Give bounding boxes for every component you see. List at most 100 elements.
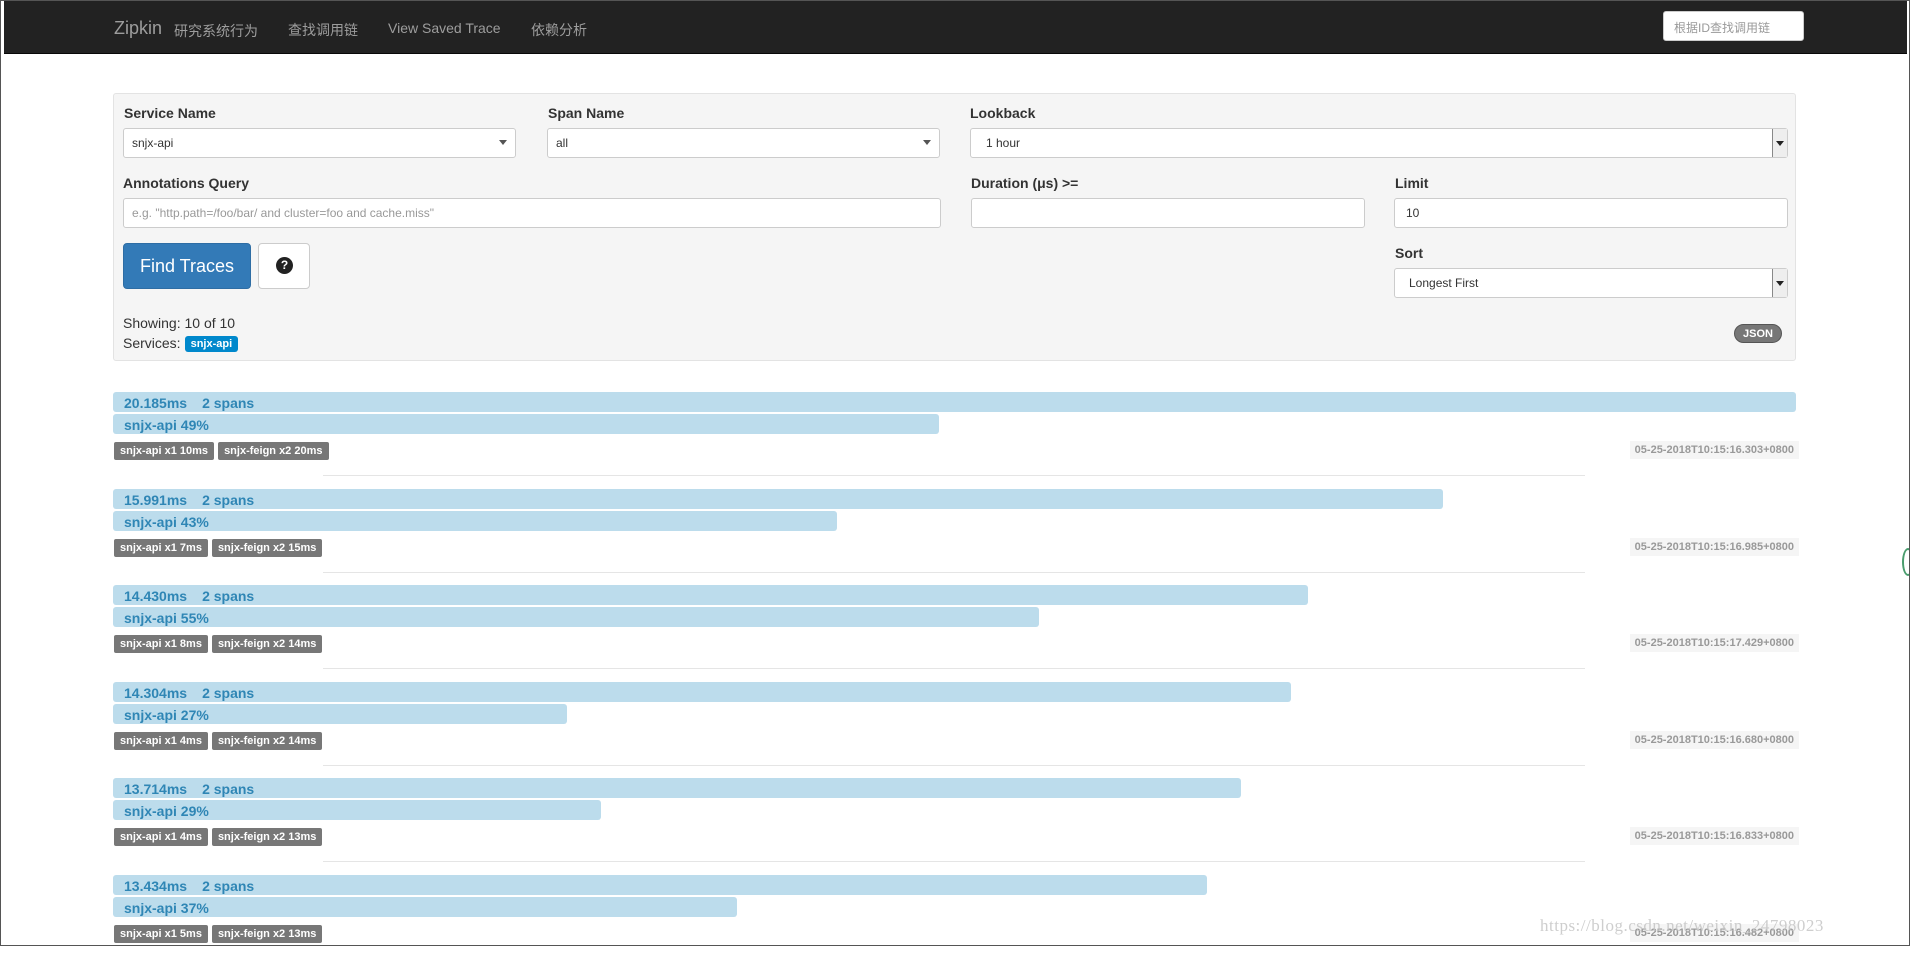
trace-span-count: 2 spans bbox=[202, 491, 255, 508]
trace-service-percentage: snjx-api 29% bbox=[124, 803, 209, 819]
trace-id-search-input[interactable]: 根据ID查找调用链 bbox=[1663, 11, 1804, 41]
trace-service-bar[interactable]: snjx-api 43% bbox=[113, 510, 837, 531]
nav-view-saved-trace[interactable]: View Saved Trace bbox=[388, 20, 501, 36]
trace-timestamp: 05-25-2018T10:15:16.303+0800 bbox=[1629, 441, 1799, 459]
nav-dependencies[interactable]: 依赖分析 bbox=[531, 20, 587, 40]
limit-value: 10 bbox=[1406, 206, 1420, 220]
watermark: https://blog.csdn.net/weixin_24798023 bbox=[1540, 916, 1824, 935]
trace-row[interactable]: 20.185ms 2 spans snjx-api 49% snjx-api x1 1… bbox=[113, 392, 1799, 488]
services-label: Services: bbox=[123, 335, 181, 351]
lookback-label: Lookback bbox=[970, 105, 1036, 121]
trace-service-bar[interactable]: snjx-api 37% bbox=[113, 896, 737, 917]
trace-duration: 13.714ms bbox=[124, 781, 188, 797]
service-name-value: snjx-api bbox=[132, 136, 174, 150]
annotations-query-placeholder: e.g. "http.path=/foo/bar/ and cluster=fo… bbox=[132, 206, 435, 220]
trace-service-bar[interactable]: snjx-api 27% bbox=[113, 703, 567, 724]
row-divider bbox=[323, 475, 1585, 476]
trace-duration: 14.304ms bbox=[124, 684, 188, 701]
trace-service-bar[interactable]: snjx-api 29% bbox=[113, 800, 601, 820]
duration-label: Duration (μs) >= bbox=[971, 175, 1079, 191]
span-name-value: all bbox=[556, 136, 569, 150]
trace-span-count: 2 spans bbox=[202, 588, 255, 604]
chevron-down-icon bbox=[923, 140, 931, 145]
limit-label: Limit bbox=[1395, 175, 1429, 191]
trace-duration-bar[interactable]: 13.434ms 2 spans bbox=[113, 874, 1207, 895]
trace-duration-bar[interactable]: 13.714ms 2 spans bbox=[113, 778, 1241, 798]
service-duration-tag[interactable]: snjx-api x1 8ms bbox=[114, 635, 208, 653]
trace-duration: 15.991ms bbox=[124, 491, 188, 508]
chevron-down-icon bbox=[499, 140, 507, 145]
service-duration-tag[interactable]: snjx-feign x2 20ms bbox=[218, 442, 329, 460]
trace-duration: 14.430ms bbox=[124, 588, 188, 604]
trace-duration-bar[interactable]: 20.185ms 2 spans bbox=[113, 392, 1796, 412]
trace-tags: snjx-api x1 4ms snjx-feign x2 14ms bbox=[114, 731, 326, 750]
trace-service-percentage: snjx-api 55% bbox=[124, 610, 209, 626]
search-panel: Service Name snjx-api Span Name all Look… bbox=[113, 93, 1796, 361]
row-divider bbox=[323, 668, 1585, 669]
row-divider bbox=[323, 861, 1585, 862]
chevron-down-icon bbox=[1772, 269, 1787, 297]
service-duration-tag[interactable]: snjx-api x1 5ms bbox=[114, 924, 208, 943]
service-duration-tag[interactable]: snjx-feign x2 14ms bbox=[211, 635, 323, 653]
trace-duration-label: 14.304ms 2 spans bbox=[124, 685, 254, 701]
trace-timestamp: 05-25-2018T10:15:16.833+0800 bbox=[1629, 827, 1799, 845]
trace-service-bar[interactable]: snjx-api 55% bbox=[113, 607, 1039, 627]
trace-duration-label: 15.991ms 2 spans bbox=[124, 492, 254, 508]
json-button[interactable]: JSON bbox=[1734, 324, 1782, 343]
brand-subtitle: 研究系统行为 bbox=[174, 23, 258, 39]
trace-tags: snjx-api x1 4ms snjx-feign x2 13ms bbox=[114, 827, 326, 846]
sort-select[interactable]: Longest First bbox=[1394, 268, 1788, 298]
span-name-select[interactable]: all bbox=[547, 128, 940, 158]
trace-service-bar[interactable]: snjx-api 49% bbox=[113, 414, 939, 434]
service-name-select[interactable]: snjx-api bbox=[123, 128, 516, 158]
trace-tags: snjx-api x1 10ms snjx-feign x2 20ms bbox=[114, 441, 333, 460]
trace-timestamp: 05-25-2018T10:15:16.680+0800 bbox=[1629, 730, 1799, 749]
row-divider bbox=[323, 764, 1585, 766]
trace-row[interactable]: 14.430ms 2 spans snjx-api 55% snjx-api x1 8… bbox=[113, 585, 1799, 681]
trace-span-count: 2 spans bbox=[202, 781, 255, 797]
trace-tags: snjx-api x1 7ms snjx-feign x2 15ms bbox=[114, 538, 326, 557]
question-circle-icon: ? bbox=[276, 257, 293, 274]
service-duration-tag[interactable]: snjx-api x1 7ms bbox=[114, 538, 208, 557]
service-duration-tag[interactable]: snjx-feign x2 14ms bbox=[211, 731, 323, 750]
service-duration-tag[interactable]: snjx-api x1 4ms bbox=[114, 828, 208, 846]
brand-logo[interactable]: Zipkin bbox=[114, 18, 162, 39]
service-badge[interactable]: snjx-api bbox=[184, 336, 239, 352]
trace-service-percentage: snjx-api 27% bbox=[124, 706, 209, 723]
service-duration-tag[interactable]: snjx-api x1 4ms bbox=[114, 731, 208, 750]
service-duration-tag[interactable]: snjx-api x1 10ms bbox=[114, 442, 215, 460]
trace-service-percentage: snjx-api 43% bbox=[124, 513, 209, 530]
trace-duration-bar[interactable]: 14.304ms 2 spans bbox=[113, 681, 1292, 702]
find-traces-button[interactable]: Find Traces bbox=[123, 243, 251, 289]
trace-service-percentage: snjx-api 37% bbox=[124, 899, 209, 916]
trace-row[interactable]: 13.714ms 2 spans snjx-api 29% snjx-api x1 4… bbox=[113, 778, 1799, 874]
trace-timestamp: 05-25-2018T10:15:17.429+0800 bbox=[1629, 634, 1799, 652]
trace-tags: snjx-api x1 5ms snjx-feign x2 13ms bbox=[114, 924, 326, 943]
chevron-down-icon bbox=[1772, 129, 1787, 157]
trace-span-count: 2 spans bbox=[202, 395, 255, 411]
span-name-label: Span Name bbox=[548, 105, 625, 121]
service-duration-tag[interactable]: snjx-feign x2 13ms bbox=[211, 924, 323, 943]
duration-input[interactable] bbox=[971, 198, 1365, 228]
trace-row[interactable]: 15.991ms 2 spans snjx-api 43% snjx-api x1 7… bbox=[113, 488, 1799, 585]
annotations-query-input[interactable]: e.g. "http.path=/foo/bar/ and cluster=fo… bbox=[123, 198, 941, 228]
service-duration-tag[interactable]: snjx-feign x2 13ms bbox=[211, 828, 323, 846]
help-button[interactable]: ? bbox=[258, 243, 310, 289]
trace-duration-bar[interactable]: 15.991ms 2 spans bbox=[113, 488, 1443, 509]
floating-edge-button[interactable] bbox=[1902, 548, 1910, 576]
trace-duration: 13.434ms bbox=[124, 877, 188, 894]
nav-find-trace[interactable]: 查找调用链 bbox=[288, 20, 358, 40]
services-row: Services: snjx-api bbox=[123, 335, 239, 352]
trace-timestamp: 05-25-2018T10:15:16.985+0800 bbox=[1629, 537, 1799, 556]
service-duration-tag[interactable]: snjx-feign x2 15ms bbox=[211, 538, 323, 557]
sort-value: Longest First bbox=[1409, 276, 1479, 290]
trace-span-count: 2 spans bbox=[202, 877, 255, 894]
limit-input[interactable]: 10 bbox=[1394, 198, 1788, 228]
lookback-select[interactable]: 1 hour bbox=[970, 128, 1788, 158]
trace-duration-bar[interactable]: 14.430ms 2 spans bbox=[113, 585, 1308, 605]
annotations-query-label: Annotations Query bbox=[123, 175, 250, 191]
service-name-label: Service Name bbox=[124, 105, 216, 121]
trace-tags: snjx-api x1 8ms snjx-feign x2 14ms bbox=[114, 634, 326, 653]
showing-count: Showing: 10 of 10 bbox=[123, 315, 236, 331]
trace-row[interactable]: 14.304ms 2 spans snjx-api 27% snjx-api x1 4… bbox=[113, 681, 1799, 778]
